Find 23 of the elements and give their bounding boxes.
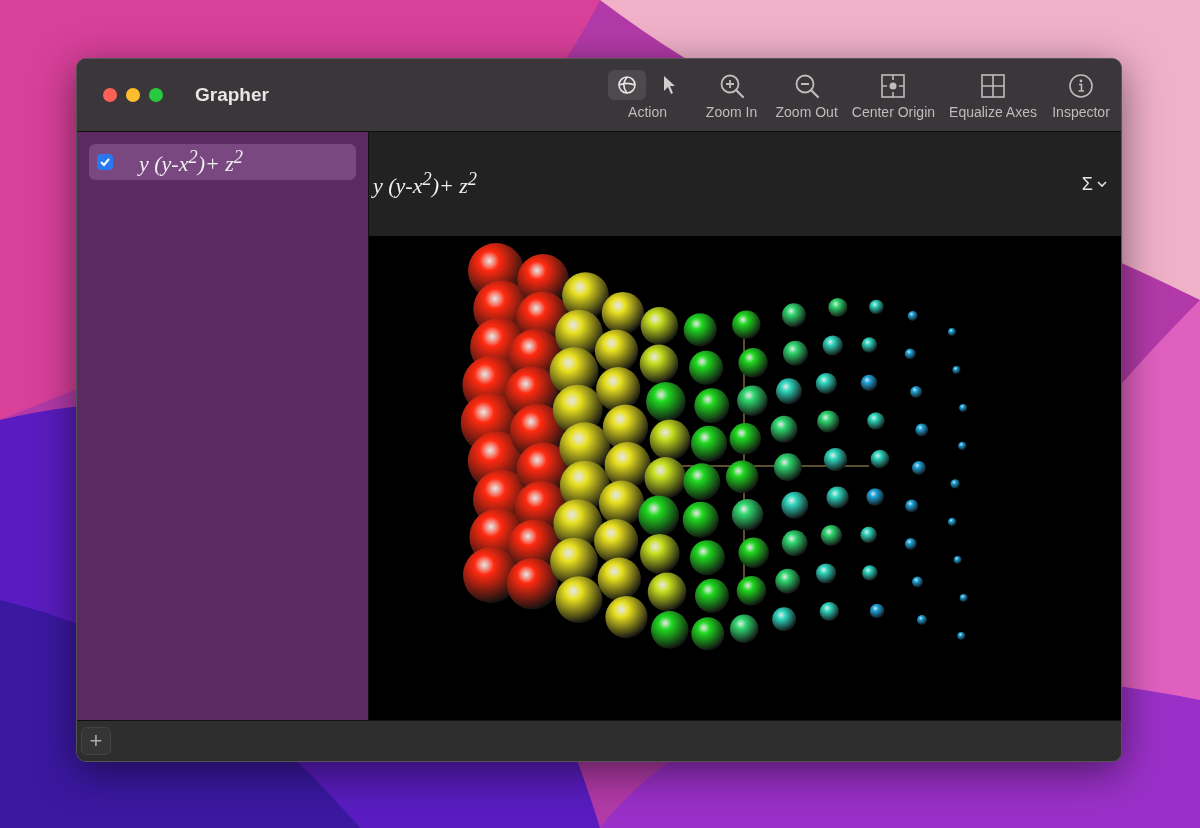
equation-text: y (y-x$^{2}$)+ z$^{2}$: [373, 168, 478, 200]
zoom-button[interactable]: [149, 88, 163, 102]
globe-mode-button[interactable]: [607, 70, 646, 100]
chevron-down-icon: [1097, 180, 1107, 188]
crosshair-box-icon[interactable]: [879, 72, 908, 100]
info-icon[interactable]: [1067, 72, 1095, 100]
checkbox[interactable]: [97, 154, 113, 170]
toolbar-label: Zoom In: [705, 104, 758, 120]
grid-icon[interactable]: [979, 72, 1007, 100]
sum-menu-button[interactable]: Σ: [1075, 172, 1113, 196]
pointer-icon: [661, 75, 676, 95]
toolbar-label: Zoom Out: [775, 104, 838, 120]
globe-icon: [616, 75, 637, 95]
toolbar-label: Center Origin: [851, 104, 936, 120]
equation-text: y (y-x$^{2}$)+ z$^{2}$: [139, 146, 244, 178]
close-button[interactable]: [103, 88, 117, 102]
window-title: Grapher: [195, 84, 269, 106]
add-button[interactable]: +: [81, 727, 111, 755]
toolbar-label: Inspector: [1052, 104, 1110, 120]
minimize-button[interactable]: [126, 88, 140, 102]
equation-list-item[interactable]: y (y-x$^{2}$)+ z$^{2}$: [89, 144, 356, 180]
toolbar-label: Action: [628, 104, 667, 120]
toolbar-label: Equalize Axes: [949, 104, 1037, 120]
